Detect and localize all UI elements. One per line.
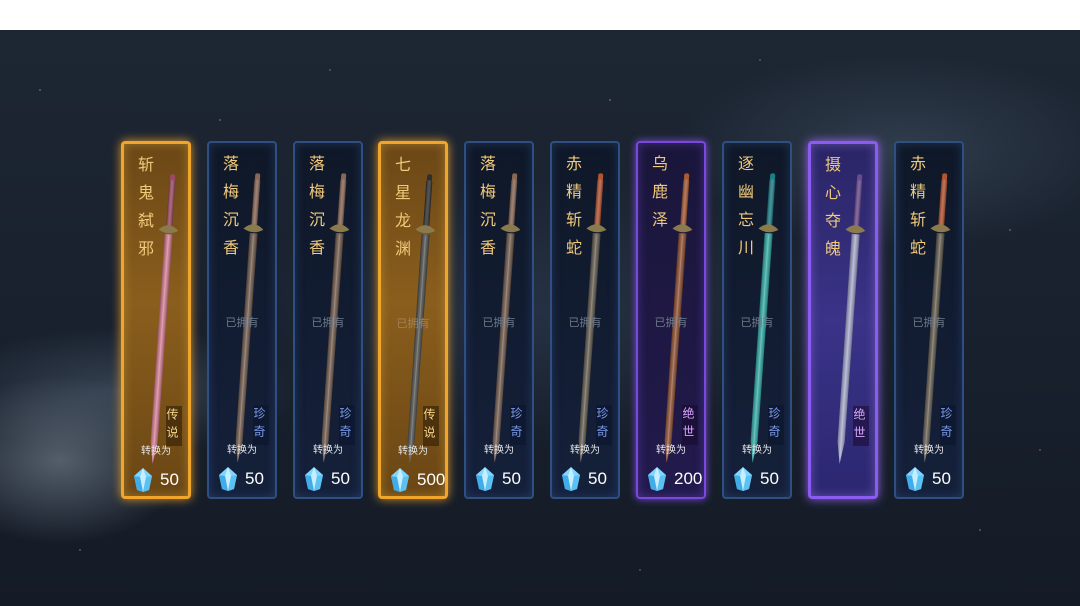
owned-label: 已拥有 <box>396 317 430 330</box>
rarity-badge: 绝世 <box>681 405 698 445</box>
convert-label: 转换为 <box>656 445 686 456</box>
cost-amount: 50 <box>331 469 350 488</box>
sword-name: 落梅沉香 <box>220 155 239 267</box>
sword-name: 斩鬼弑邪 <box>135 156 154 268</box>
sword-name: 逐幽忘川 <box>735 155 754 267</box>
rarity-badge: 绝世 <box>852 406 869 446</box>
cost-amount: 50 <box>588 469 607 488</box>
convert-label: 转换为 <box>398 446 428 457</box>
sword-card[interactable]: 赤精斩蛇已拥有珍奇 转换为 50 <box>550 141 620 499</box>
rarity-badge: 珍奇 <box>509 405 526 445</box>
sword-name: 乌鹿泽 <box>649 155 668 239</box>
cost-amount: 50 <box>932 469 951 488</box>
sword-card[interactable]: 七星龙渊已拥有传说 转换为 500 <box>378 141 448 499</box>
owned-label: 已拥有 <box>912 316 946 329</box>
cost-amount: 500 <box>417 470 446 489</box>
rarity-badge: 珍奇 <box>939 405 956 445</box>
convert-label: 转换为 <box>570 445 600 456</box>
blue-crystal-icon <box>219 467 237 491</box>
convert-label: 转换为 <box>742 445 772 456</box>
sword-card[interactable]: 落梅沉香已拥有珍奇 转换为 50 <box>293 141 363 499</box>
cost-amount: 50 <box>160 470 179 489</box>
owned-label: 已拥有 <box>568 316 602 329</box>
blue-crystal-icon <box>648 467 666 491</box>
owned-label: 已拥有 <box>225 316 259 329</box>
owned-label: 已拥有 <box>482 316 516 329</box>
convert-label: 转换为 <box>227 445 257 456</box>
sword-name: 七星龙渊 <box>392 156 411 268</box>
convert-label: 转换为 <box>141 446 171 457</box>
sword-card[interactable]: 落梅沉香已拥有珍奇 转换为 50 <box>207 141 277 499</box>
cost-amount: 50 <box>502 469 521 488</box>
blue-crystal-icon <box>906 467 924 491</box>
owned-label: 已拥有 <box>654 316 688 329</box>
sword-name: 落梅沉香 <box>306 155 325 267</box>
rarity-badge: 珍奇 <box>252 405 269 445</box>
rarity-badge: 珍奇 <box>767 405 784 445</box>
rarity-badge: 珍奇 <box>338 405 355 445</box>
conversion-cost: 500 <box>389 467 446 493</box>
conversion-cost: 200 <box>646 466 702 492</box>
conversion-cost: 50 <box>217 466 273 492</box>
sword-card[interactable]: 赤精斩蛇已拥有珍奇 转换为 50 <box>894 141 964 499</box>
owned-label: 已拥有 <box>311 316 345 329</box>
blue-crystal-icon <box>391 468 409 492</box>
cost-amount: 200 <box>674 469 703 488</box>
sword-card[interactable]: 斩鬼弑邪传说 转换为 50 <box>121 141 191 499</box>
blue-crystal-icon <box>305 467 323 491</box>
conversion-cost: 50 <box>132 467 186 493</box>
sword-card[interactable]: 逐幽忘川已拥有珍奇 转换为 50 <box>722 141 792 499</box>
sword-name: 赤精斩蛇 <box>563 155 582 267</box>
conversion-cost: 50 <box>732 466 788 492</box>
conversion-cost: 50 <box>904 466 960 492</box>
conversion-cost: 50 <box>303 466 359 492</box>
blue-crystal-icon <box>562 467 580 491</box>
blue-crystal-icon <box>734 467 752 491</box>
owned-label: 已拥有 <box>740 316 774 329</box>
sword-card[interactable]: 落梅沉香已拥有珍奇 转换为 50 <box>464 141 534 499</box>
sword-name: 落梅沉香 <box>477 155 496 267</box>
blue-crystal-icon <box>134 468 152 492</box>
sword-name: 赤精斩蛇 <box>907 155 926 267</box>
sword-name: 摄心夺魄 <box>822 156 841 268</box>
rarity-badge: 传说 <box>165 406 182 446</box>
conversion-cost: 50 <box>560 466 616 492</box>
cost-amount: 50 <box>245 469 264 488</box>
sword-card[interactable]: 摄心夺魄绝世 <box>808 141 878 499</box>
convert-label: 转换为 <box>914 445 944 456</box>
blue-crystal-icon <box>476 467 494 491</box>
convert-label: 转换为 <box>484 445 514 456</box>
rarity-badge: 传说 <box>422 406 439 446</box>
cost-amount: 50 <box>760 469 779 488</box>
conversion-cost: 50 <box>474 466 530 492</box>
rarity-badge: 珍奇 <box>595 405 612 445</box>
sword-card[interactable]: 乌鹿泽已拥有绝世 转换为 200 <box>636 141 706 499</box>
convert-label: 转换为 <box>313 445 343 456</box>
